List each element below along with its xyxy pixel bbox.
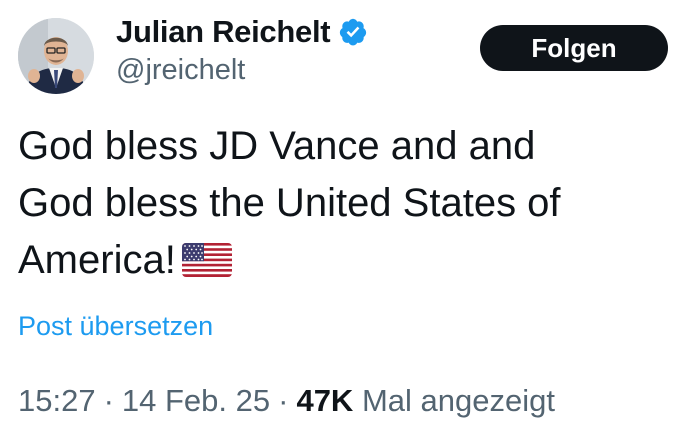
verified-badge-icon[interactable] xyxy=(338,17,368,47)
author-handle[interactable]: @jreichelt xyxy=(116,54,245,87)
tweet: Julian Reichelt @jreichelt Folgen God bl… xyxy=(0,0,680,438)
meta-separator: · xyxy=(103,383,114,418)
display-name[interactable]: Julian Reichelt xyxy=(116,14,331,50)
post-date[interactable]: 14 Feb. 25 xyxy=(122,383,270,418)
tweet-text-line-last: America! xyxy=(18,232,668,289)
tweet-text: God bless JD Vance and and God bless the… xyxy=(18,118,668,289)
tweet-text-line: God bless JD Vance and and xyxy=(18,124,536,168)
tweet-meta: 15:27 · 14 Feb. 25 · 47K Mal angezeigt xyxy=(18,383,555,419)
follow-button[interactable]: Folgen xyxy=(480,25,668,71)
avatar[interactable] xyxy=(18,18,94,94)
translate-post-link[interactable]: Post übersetzen xyxy=(18,311,213,342)
tweet-text-line: America! xyxy=(18,238,176,282)
post-time[interactable]: 15:27 xyxy=(18,383,96,418)
us-flag-icon xyxy=(181,243,232,277)
author-name-row: Julian Reichelt xyxy=(116,12,368,52)
views-count[interactable]: 47K xyxy=(296,383,353,418)
views-label[interactable]: Mal angezeigt xyxy=(362,383,555,418)
meta-separator: · xyxy=(278,383,289,418)
tweet-text-line: God bless the United States of xyxy=(18,181,561,225)
